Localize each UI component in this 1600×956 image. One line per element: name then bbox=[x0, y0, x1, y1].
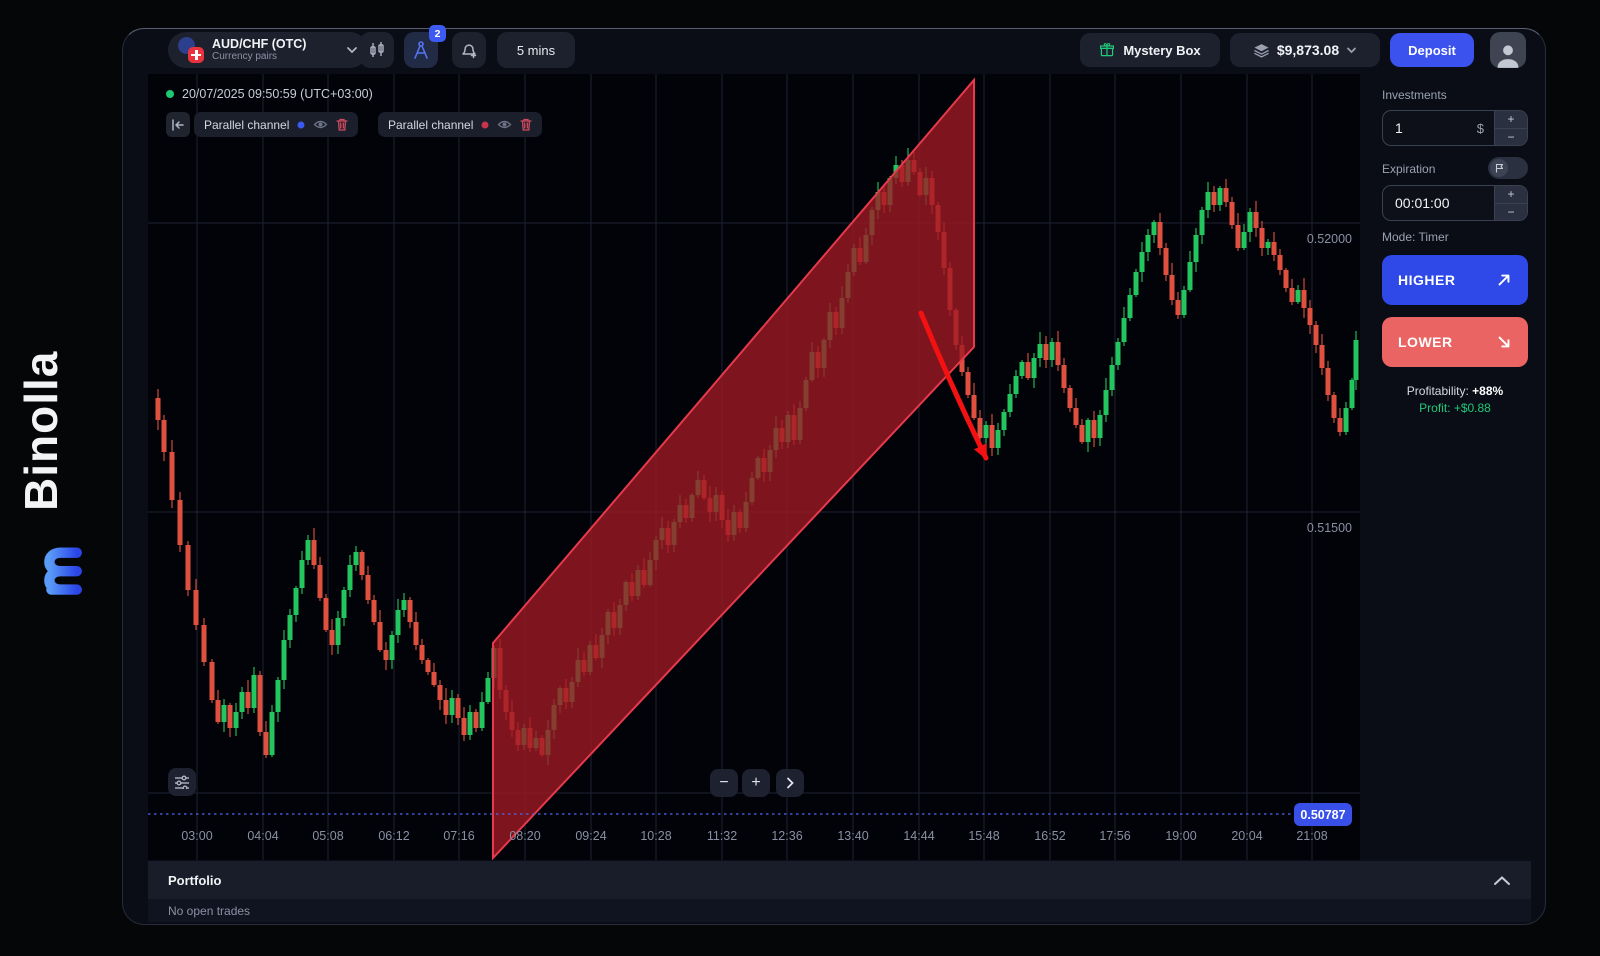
currency-symbol: $ bbox=[1477, 111, 1494, 145]
investment-input[interactable]: 1 $ + − bbox=[1382, 110, 1528, 146]
chart-settings-button[interactable] bbox=[168, 768, 196, 796]
investment-stepper[interactable]: + − bbox=[1494, 111, 1527, 145]
svg-text:11:32: 11:32 bbox=[707, 829, 737, 843]
svg-text:21:08: 21:08 bbox=[1296, 829, 1327, 843]
increase-button[interactable]: + bbox=[1495, 111, 1527, 129]
drawing-label: Parallel channel bbox=[204, 118, 289, 132]
mode-label: Mode: Timer bbox=[1382, 230, 1449, 244]
timeframe-button[interactable]: 5 mins bbox=[497, 32, 575, 68]
svg-text:12:36: 12:36 bbox=[771, 829, 802, 843]
color-dot-icon bbox=[482, 121, 489, 128]
portfolio-header[interactable]: Portfolio bbox=[148, 861, 1531, 899]
alerts-button[interactable] bbox=[452, 32, 486, 68]
sliders-icon bbox=[174, 775, 190, 789]
decrease-button[interactable]: − bbox=[1495, 204, 1527, 221]
svg-text:20:04: 20:04 bbox=[1231, 829, 1262, 843]
svg-text:06:12: 06:12 bbox=[378, 829, 409, 843]
gift-icon bbox=[1099, 42, 1115, 58]
deposit-button[interactable]: Deposit bbox=[1390, 33, 1474, 67]
svg-text:14:44: 14:44 bbox=[903, 829, 934, 843]
drawing-chip-parallel-channel-2[interactable]: Parallel channel bbox=[378, 112, 542, 137]
expiration-stepper[interactable]: + − bbox=[1494, 186, 1527, 220]
svg-text:07:16: 07:16 bbox=[443, 829, 474, 843]
chevron-down-icon bbox=[346, 46, 358, 54]
svg-text:0.50787: 0.50787 bbox=[1300, 808, 1345, 822]
binolla-wordmark: Binolla bbox=[14, 326, 96, 536]
bell-plus-icon bbox=[459, 40, 479, 60]
symbol-subtitle: Currency pairs bbox=[212, 51, 338, 63]
balance-value: $9,873.08 bbox=[1277, 42, 1339, 58]
collapse-drawings-button[interactable] bbox=[166, 112, 190, 137]
flag-icon bbox=[1495, 163, 1504, 173]
chevron-up-icon[interactable] bbox=[1493, 875, 1511, 886]
profit-text: Profit: +$0.88 bbox=[1382, 401, 1528, 415]
expiration-input[interactable]: 00:01:00 + − bbox=[1382, 185, 1528, 221]
person-icon bbox=[1494, 42, 1522, 68]
drawing-label: Parallel channel bbox=[388, 118, 473, 132]
mystery-box-button[interactable]: Mystery Box bbox=[1080, 33, 1220, 67]
svg-text:03:00: 03:00 bbox=[181, 829, 212, 843]
svg-text:0.52000: 0.52000 bbox=[1307, 232, 1352, 246]
svg-text:17:56: 17:56 bbox=[1099, 829, 1130, 843]
binolla-logo-icon bbox=[24, 540, 88, 600]
svg-text:04:04: 04:04 bbox=[247, 829, 278, 843]
compass-icon bbox=[411, 40, 431, 60]
price-chart[interactable]: 0.50787 0.52000 0.51500 03:00 04:04 05:08 06:1… bbox=[148, 74, 1360, 860]
expiration-label: Expiration bbox=[1382, 162, 1435, 176]
chevron-right-icon bbox=[786, 777, 794, 789]
svg-text:08:20: 08:20 bbox=[509, 829, 540, 843]
zoom-in-button[interactable]: + bbox=[742, 769, 770, 797]
chevron-down-icon bbox=[1346, 47, 1357, 54]
portfolio-title: Portfolio bbox=[168, 873, 221, 888]
chart-timestamp: 20/07/2025 09:50:59 (UTC+03:00) bbox=[166, 87, 373, 101]
candlestick-icon bbox=[367, 40, 387, 60]
symbol-title: AUD/CHF (OTC) bbox=[212, 37, 338, 51]
decrease-button[interactable]: − bbox=[1495, 129, 1527, 146]
portfolio-empty-state: No open trades bbox=[148, 899, 1531, 922]
increase-button[interactable]: + bbox=[1495, 186, 1527, 204]
color-dot-icon bbox=[298, 121, 305, 128]
svg-text:19:00: 19:00 bbox=[1165, 829, 1196, 843]
arrow-up-right-icon bbox=[1496, 272, 1512, 288]
arrow-down-right-icon bbox=[1496, 334, 1512, 350]
mystery-box-label: Mystery Box bbox=[1123, 43, 1200, 58]
delete-trash-icon[interactable] bbox=[336, 118, 348, 131]
profile-avatar[interactable] bbox=[1490, 32, 1526, 68]
live-dot-icon bbox=[166, 90, 174, 98]
expiration-mode-toggle[interactable] bbox=[1488, 157, 1528, 179]
svg-text:16:52: 16:52 bbox=[1034, 829, 1065, 843]
arrow-to-left-icon bbox=[171, 119, 185, 131]
expiration-value[interactable]: 00:01:00 bbox=[1383, 186, 1494, 220]
higher-button[interactable]: HIGHER bbox=[1382, 255, 1528, 305]
profitability-text: Profitability: +88% bbox=[1382, 384, 1528, 398]
svg-text:05:08: 05:08 bbox=[312, 829, 343, 843]
symbol-selector[interactable]: AUD/CHF (OTC) Currency pairs bbox=[168, 32, 368, 68]
balance-selector[interactable]: $9,873.08 bbox=[1230, 33, 1380, 67]
screen: Binolla 0.507870.520000.5150003:0004:040… bbox=[0, 0, 1600, 956]
svg-text:09:24: 09:24 bbox=[575, 829, 606, 843]
visibility-eye-icon[interactable] bbox=[313, 119, 328, 130]
drawing-chip-parallel-channel-1[interactable]: Parallel channel bbox=[194, 112, 358, 137]
svg-text:13:40: 13:40 bbox=[837, 829, 868, 843]
svg-text:15:48: 15:48 bbox=[968, 829, 999, 843]
visibility-eye-icon[interactable] bbox=[497, 119, 512, 130]
investments-label: Investments bbox=[1382, 88, 1447, 102]
chart-type-button[interactable] bbox=[360, 32, 394, 68]
lower-button[interactable]: LOWER bbox=[1382, 317, 1528, 367]
drawings-count-badge: 2 bbox=[429, 25, 446, 42]
investment-value[interactable]: 1 bbox=[1383, 111, 1477, 145]
svg-text:0.51500: 0.51500 bbox=[1307, 521, 1352, 535]
svg-text:10:28: 10:28 bbox=[640, 829, 671, 843]
delete-trash-icon[interactable] bbox=[520, 118, 532, 131]
pan-right-button[interactable] bbox=[776, 769, 804, 797]
layers-icon bbox=[1253, 43, 1270, 58]
zoom-out-button[interactable]: − bbox=[710, 769, 738, 797]
currency-flags-icon bbox=[178, 37, 204, 63]
